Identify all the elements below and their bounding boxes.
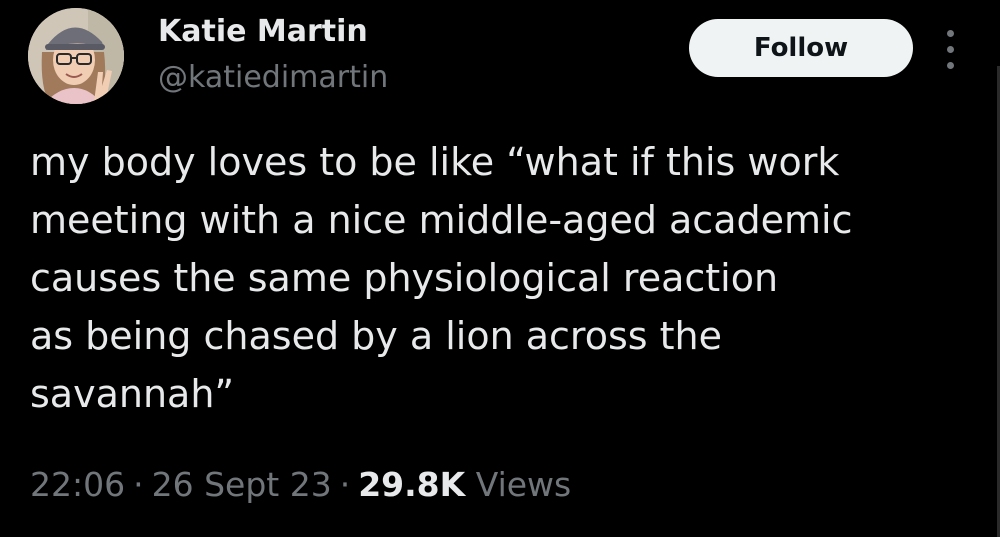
more-options-button[interactable] [940,30,962,70]
more-vertical-icon [947,46,954,53]
avatar-image [28,8,124,104]
meta-separator: · [133,465,144,504]
tweet-time[interactable]: 22:06 [30,465,125,504]
author-display-name[interactable]: Katie Martin [158,12,368,52]
follow-button[interactable]: Follow [689,19,913,77]
meta-separator: · [339,465,351,504]
tweet-text-line: causes the same physiological reaction [30,256,779,300]
tweet-text-line: my body loves to be like “what if this w… [30,140,840,184]
more-vertical-icon [947,62,954,69]
views-label: Views [475,465,572,504]
tweet-text: my body loves to be like “what if this w… [30,133,980,423]
tweet-date[interactable]: 26 Sept 23 [152,465,332,504]
more-vertical-icon [947,30,954,37]
tweet-text-line: as being chased by a lion across the [30,314,722,358]
tweet-metadata: 22:06 · 26 Sept 23 · 29.8K Views [30,462,571,508]
tweet-card: Katie Martin @katiedimartin Follow my bo… [0,0,1000,537]
avatar[interactable] [28,8,124,104]
views-count[interactable]: 29.8K [358,465,465,504]
tweet-text-line: savannah” [30,372,235,416]
tweet-text-line: meeting with a nice middle-aged academic [30,198,853,242]
author-handle[interactable]: @katiedimartin [158,58,388,98]
